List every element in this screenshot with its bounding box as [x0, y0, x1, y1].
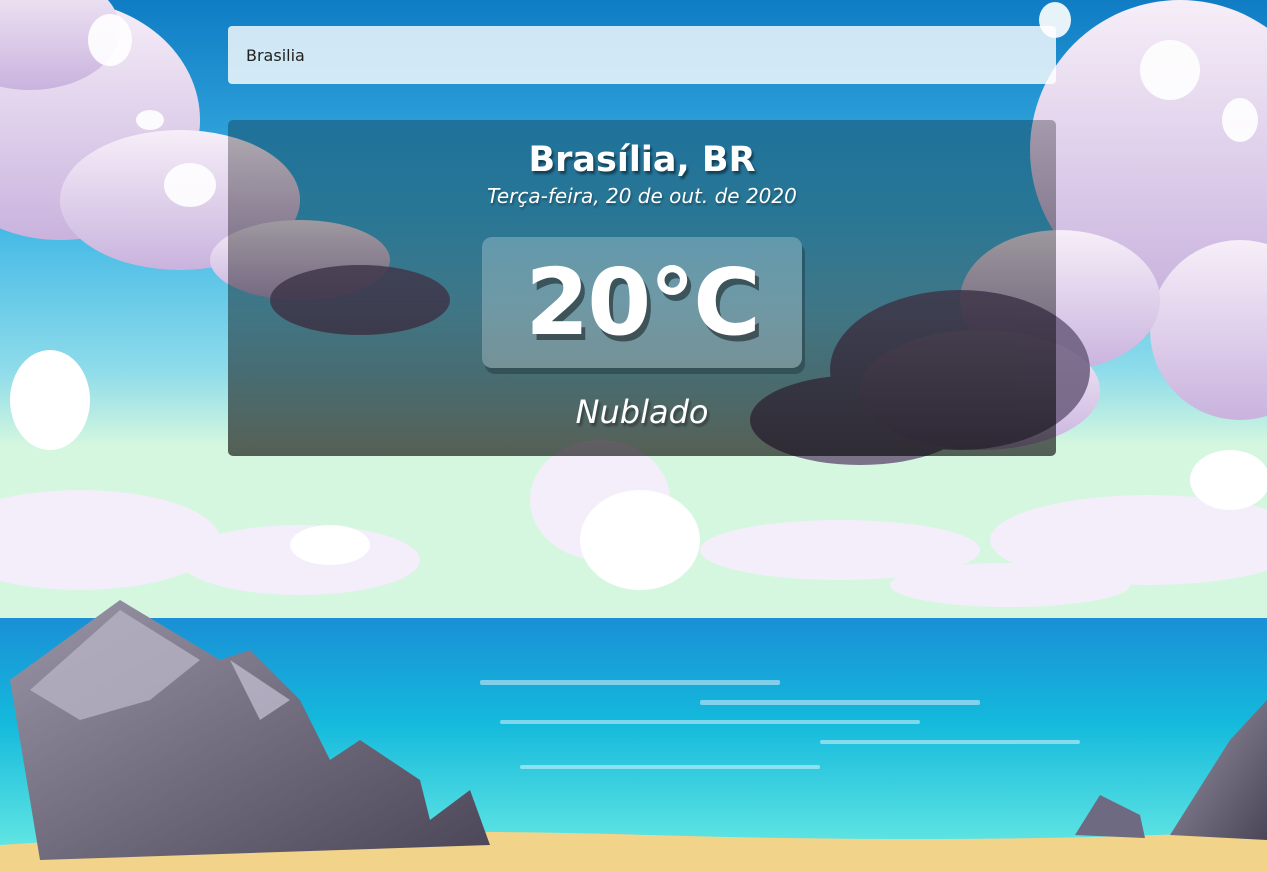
temperature-box: 20°C: [482, 237, 802, 368]
date-text: Terça-feira, 20 de out. de 2020: [487, 184, 797, 208]
search-bar: [228, 26, 1056, 84]
weather-card: Brasília, BR Terça-feira, 20 de out. de …: [228, 120, 1056, 456]
location-title: Brasília, BR: [528, 140, 756, 180]
weather-condition: Nublado: [575, 393, 709, 431]
city-search-input[interactable]: [228, 26, 1056, 84]
weather-app: Brasília, BR Terça-feira, 20 de out. de …: [0, 0, 1267, 872]
temperature-value: 20°C: [525, 249, 761, 356]
